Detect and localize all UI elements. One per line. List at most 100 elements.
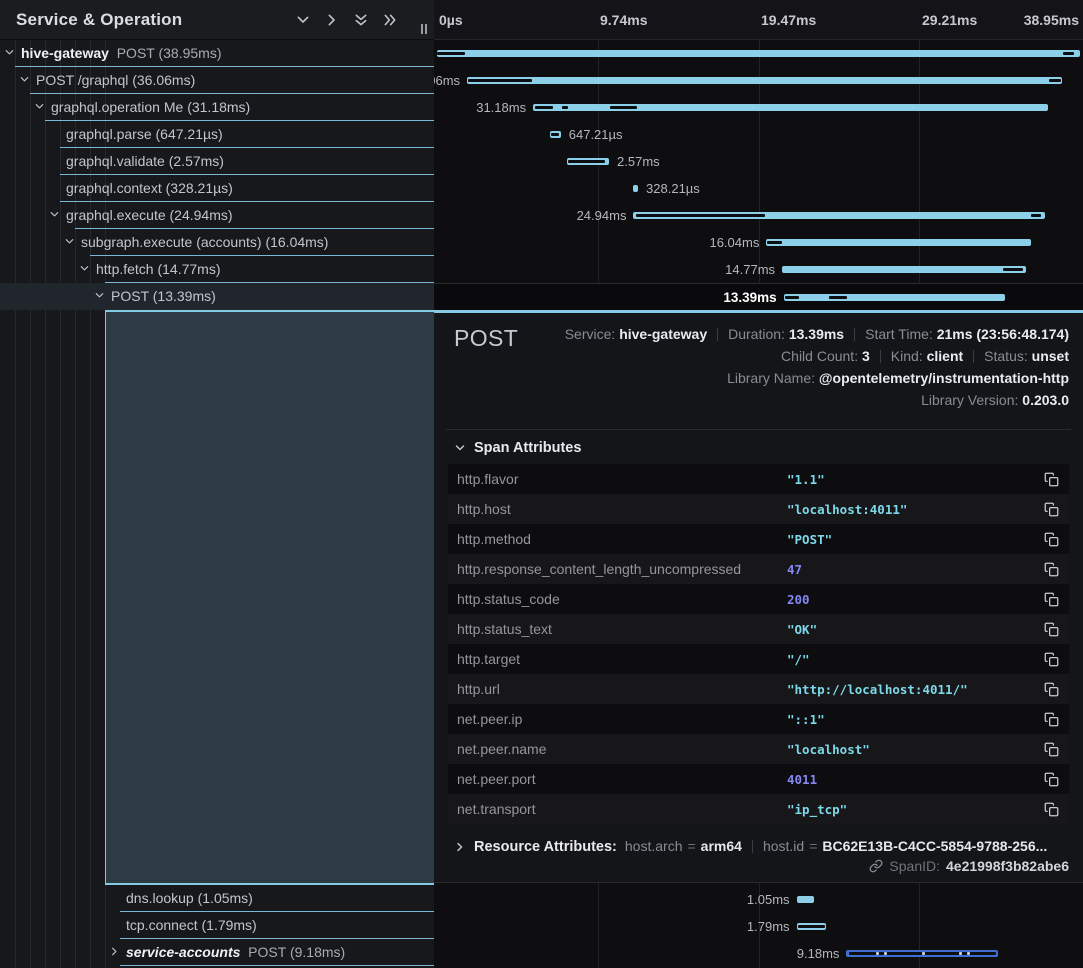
- span-bar[interactable]: [766, 239, 1031, 246]
- chevron-down-icon[interactable]: [64, 236, 78, 250]
- span-tree: hive-gateway POST (38.95ms)POST /graphql…: [0, 40, 434, 968]
- copy-icon[interactable]: [1044, 592, 1059, 607]
- span-bar[interactable]: [550, 131, 561, 138]
- tree-row[interactable]: hive-gateway POST (38.95ms): [0, 40, 434, 67]
- tree-row[interactable]: dns.lookup (1.05ms): [0, 885, 434, 912]
- span-duration-label: 647.21µs: [569, 121, 623, 148]
- span-detail-panel: POST Service: hive-gatewayDuration: 13.3…: [434, 310, 1083, 882]
- attribute-row: net.peer.port4011: [448, 764, 1069, 794]
- copy-icon[interactable]: [1044, 472, 1059, 487]
- chevron-right-icon[interactable]: [109, 946, 123, 960]
- copy-icon[interactable]: [1044, 622, 1059, 637]
- resource-attribute: host.arch=arm64: [625, 838, 742, 854]
- tree-row[interactable]: POST /graphql (36.06ms): [0, 67, 434, 94]
- copy-icon[interactable]: [1044, 652, 1059, 667]
- timeline-row: 36.06ms: [434, 67, 1083, 94]
- copy-icon[interactable]: [1044, 532, 1059, 547]
- tree-row[interactable]: service-accounts POST (9.18ms): [0, 939, 434, 966]
- copy-icon[interactable]: [1044, 502, 1059, 517]
- tree-toolbar: [295, 12, 434, 28]
- span-bar[interactable]: [633, 212, 1045, 219]
- attribute-value: 200: [787, 592, 810, 607]
- chevron-down-icon[interactable]: [19, 74, 33, 88]
- copy-icon[interactable]: [1044, 712, 1059, 727]
- attribute-key: net.peer.name: [457, 741, 787, 757]
- tree-row[interactable]: http.fetch (14.77ms): [0, 256, 434, 283]
- chevron-down-icon[interactable]: [94, 290, 108, 304]
- span-bar[interactable]: [567, 158, 609, 165]
- attribute-row: http.status_text"OK": [448, 614, 1069, 644]
- child-span-marker: [1049, 79, 1061, 82]
- copy-icon[interactable]: [1044, 742, 1059, 757]
- attribute-key: http.target: [457, 651, 787, 667]
- attribute-row: http.status_code200: [448, 584, 1069, 614]
- child-span-marker: [610, 106, 637, 109]
- tree-row[interactable]: tcp.connect (1.79ms): [0, 912, 434, 939]
- span-bar[interactable]: [467, 77, 1062, 84]
- chevron-down-icon[interactable]: [49, 209, 63, 223]
- attribute-value: 4011: [787, 772, 817, 787]
- span-bar[interactable]: [784, 294, 1005, 301]
- span-bar[interactable]: [782, 266, 1026, 273]
- tree-row[interactable]: graphql.parse (647.21µs): [0, 121, 434, 148]
- span-duration-label: 9.18ms: [797, 940, 840, 967]
- equals-sign: =: [682, 838, 700, 854]
- child-span-marker: [568, 160, 605, 163]
- span-bar[interactable]: [437, 50, 1080, 57]
- span-attributes-title: Span Attributes: [474, 440, 581, 456]
- copy-icon[interactable]: [1044, 682, 1059, 697]
- timeline-tick-label: 9.74ms: [600, 0, 647, 40]
- resource-key: host.arch: [625, 838, 683, 854]
- span-bar[interactable]: [797, 923, 827, 930]
- expand-one-icon[interactable]: [324, 12, 340, 28]
- copy-icon[interactable]: [1044, 772, 1059, 787]
- timeline-tick-label: 0µs: [439, 0, 463, 40]
- timeline-row: 38.95ms: [434, 40, 1083, 67]
- duration-value: 13.39ms: [789, 326, 844, 342]
- selected-span-block: [105, 310, 434, 885]
- attribute-row: http.host"localhost:4011": [448, 494, 1069, 524]
- start-time-value: 21ms (23:56:48.174): [937, 326, 1069, 342]
- chevron-down-icon[interactable]: [79, 263, 93, 277]
- resource-value: arm64: [701, 838, 742, 854]
- span-bar[interactable]: [797, 896, 814, 903]
- left-pane-header: Service & Operation: [0, 0, 434, 40]
- kind-label: Kind:: [891, 348, 923, 364]
- tree-row[interactable]: graphql.operation Me (31.18ms): [0, 94, 434, 121]
- chevron-down-icon[interactable]: [34, 101, 48, 115]
- span-id-row: SpanID: 4e21998f3b82abe6: [869, 858, 1069, 874]
- collapse-one-icon[interactable]: [295, 12, 311, 28]
- resource-attributes-row: Resource Attributes: host.arch=arm64host…: [434, 824, 1083, 855]
- resource-attributes-title[interactable]: Resource Attributes:: [474, 839, 617, 855]
- tree-row[interactable]: graphql.context (328.21µs): [0, 175, 434, 202]
- tree-row[interactable]: graphql.validate (2.57ms): [0, 148, 434, 175]
- pane-resize-handle[interactable]: [420, 24, 428, 37]
- span-duration-label: 2.57ms: [617, 148, 660, 175]
- span-bar[interactable]: [633, 185, 638, 192]
- tree-row[interactable]: subgraph.execute (accounts) (16.04ms): [0, 229, 434, 256]
- span-bar[interactable]: [846, 950, 998, 957]
- span-name-label: graphql.validate (2.57ms): [66, 148, 224, 175]
- copy-icon[interactable]: [1044, 562, 1059, 577]
- timeline-row: 13.39ms: [434, 283, 1083, 310]
- expand-all-icon[interactable]: [382, 12, 398, 28]
- child-span-marker: [636, 214, 765, 217]
- span-bar[interactable]: [533, 104, 1048, 111]
- timeline-row: 16.04ms: [434, 229, 1083, 256]
- span-attributes-header[interactable]: Span Attributes: [434, 430, 1083, 464]
- child-span-marker: [535, 106, 552, 109]
- attribute-row: http.flavor"1.1": [448, 464, 1069, 494]
- kind-value: client: [927, 348, 964, 364]
- tree-row[interactable]: graphql.execute (24.94ms): [0, 202, 434, 229]
- attribute-value: "POST": [787, 532, 832, 547]
- collapse-all-icon[interactable]: [353, 12, 369, 28]
- attribute-value: "http://localhost:4011/": [787, 682, 968, 697]
- event-dot: [876, 952, 879, 955]
- tree-row[interactable]: POST (13.39ms): [0, 283, 434, 310]
- copy-icon[interactable]: [1044, 802, 1059, 817]
- child-span-marker: [468, 79, 532, 82]
- chevron-down-icon[interactable]: [4, 47, 18, 61]
- service-name: service-accounts: [126, 944, 240, 960]
- span-meta-line-2: Child Count: 3Kind: clientStatus: unset: [565, 345, 1069, 367]
- timeline-row: 1.79ms: [434, 913, 1083, 940]
